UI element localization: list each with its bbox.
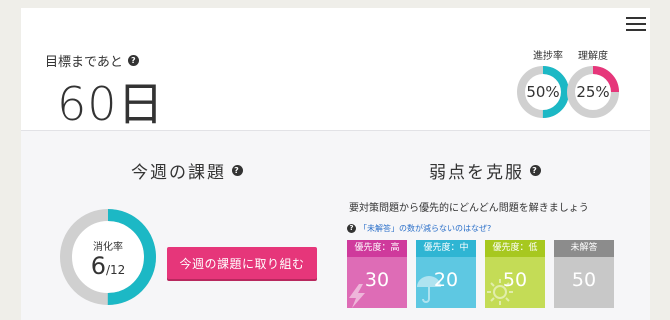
understanding-value: 25% — [576, 83, 610, 101]
priority-card-body: 50 — [554, 257, 614, 308]
understanding-label: 理解度 — [578, 51, 608, 62]
weekly-tasks-title-text: 今週の課題 — [131, 163, 226, 183]
help-icon[interactable]: ? — [232, 164, 243, 176]
unanswered-card[interactable]: 未解答 50 — [554, 240, 614, 308]
digest-done-count: 6 — [90, 252, 106, 280]
goal-days-remaining: 60日 — [57, 77, 165, 131]
priority-card-body: 50 — [485, 257, 545, 308]
priority-card-label: 未解答 — [554, 240, 614, 257]
weak-points-description: 要対策問題から優先的にどんどん問題を解きましょう — [349, 203, 589, 214]
hamburger-menu-icon[interactable] — [626, 17, 646, 31]
start-weekly-tasks-button[interactable]: 今週の課題に取り組む — [167, 247, 317, 279]
digest-total-count: /12 — [105, 263, 126, 277]
priority-card-count: 30 — [364, 269, 390, 291]
progress-rate-value: 50% — [526, 83, 560, 101]
priority-card-count: 20 — [433, 269, 459, 291]
priority-card-label: 優先度：高 — [347, 240, 407, 257]
priority-medium-card[interactable]: 優先度：中 20 — [416, 240, 476, 308]
unanswered-faq-link-text: 「未解答」の数が減らないのはなぜ? — [359, 224, 492, 233]
priority-card-count: 50 — [571, 269, 597, 291]
dashboard-card: 目標まであと? 60日 進捗率 50% 理解度 25% 今週の課題? 消化率 6… — [21, 8, 650, 320]
help-icon[interactable]: ? — [530, 164, 541, 176]
weekly-tasks-title: 今週の課題? — [131, 158, 243, 183]
priority-card-count: 50 — [502, 269, 528, 291]
priority-card-label: 優先度：低 — [485, 240, 545, 257]
digest-rate-value: 6/12 — [69, 252, 147, 280]
weak-points-title-text: 弱点を克服 — [429, 163, 524, 183]
priority-card-label: 優先度：中 — [416, 240, 476, 257]
priority-card-body: 30 — [347, 257, 407, 308]
digest-rate-label: 消化率 — [93, 242, 123, 253]
help-icon: ? — [347, 224, 356, 233]
help-icon[interactable]: ? — [127, 55, 139, 66]
priority-high-card[interactable]: 優先度：高 30 — [347, 240, 407, 308]
weak-points-title: 弱点を克服? — [429, 158, 541, 183]
unanswered-faq-link[interactable]: ? 「未解答」の数が減らないのはなぜ? — [347, 223, 491, 234]
priority-card-body: 20 — [416, 257, 476, 308]
priority-low-card[interactable]: 優先度：低 50 — [485, 240, 545, 308]
